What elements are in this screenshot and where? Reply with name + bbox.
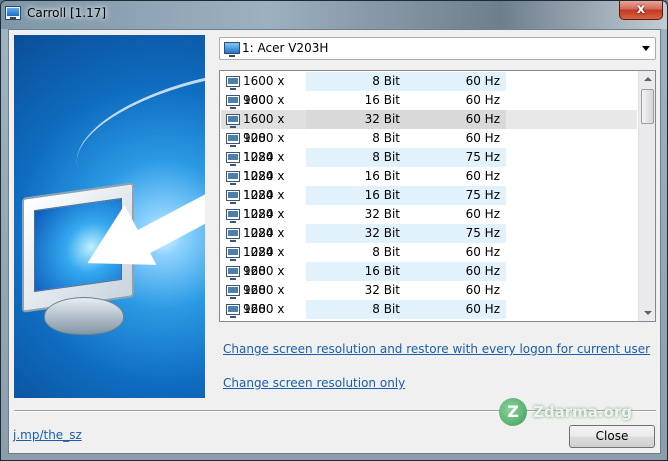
mode-color-depth: 16 Bit — [306, 262, 406, 281]
chevron-down-icon[interactable] — [642, 46, 650, 51]
display-mode-row[interactable]: 1280 x 1024 8 Bit 75 Hz — [221, 148, 637, 183]
mode-color-depth: 8 Bit — [306, 300, 406, 319]
list-scrollbar[interactable] — [638, 71, 655, 321]
restore-every-logon-link[interactable]: Change screen resolution and restore wit… — [223, 342, 650, 356]
mode-color-depth: 16 Bit — [306, 91, 406, 110]
mode-refresh-rate: 60 Hz — [406, 167, 506, 186]
monitor-icon — [226, 171, 240, 185]
monitor-icon — [226, 76, 240, 90]
scroll-thumb[interactable] — [641, 89, 654, 124]
watermark-logo-icon: Z — [499, 398, 527, 426]
monitor-icon — [226, 190, 240, 204]
mode-color-depth: 8 Bit — [306, 148, 406, 167]
mode-refresh-rate: 75 Hz — [406, 148, 506, 167]
monitor-icon — [226, 209, 240, 223]
mode-color-depth: 32 Bit — [306, 110, 406, 129]
display-mode-row[interactable]: 1280 x 960 16 Bit 60 Hz — [221, 262, 637, 297]
monitor-icon — [226, 247, 240, 261]
monitor-icon — [226, 133, 240, 147]
display-mode-row[interactable]: 1280 x 960 32 Bit 60 Hz — [221, 281, 637, 316]
app-window: Carroll [1.17] x 1: Acer V203H 1600 x 90… — [0, 0, 668, 461]
display-mode-row[interactable]: 1600 x 900 8 Bit 60 Hz — [221, 72, 637, 107]
mode-refresh-rate: 60 Hz — [406, 243, 506, 262]
mode-color-depth: 32 Bit — [306, 281, 406, 300]
window-title: Carroll [1.17] — [27, 6, 107, 20]
mode-refresh-rate: 60 Hz — [406, 110, 506, 129]
watermark-text: Zdarma.org — [533, 403, 633, 421]
mode-refresh-rate: 60 Hz — [406, 262, 506, 281]
monitor-icon — [226, 95, 240, 109]
display-mode-row[interactable]: 1280 x 1024 16 Bit 75 Hz — [221, 186, 637, 221]
monitor-icon — [226, 114, 240, 128]
display-mode-row[interactable]: 1600 x 900 32 Bit 60 Hz — [221, 110, 637, 145]
mode-refresh-rate: 60 Hz — [406, 205, 506, 224]
display-mode-row[interactable]: 1280 x 1024 16 Bit 60 Hz — [221, 167, 637, 202]
homepage-link[interactable]: j.mp/the_sz — [13, 428, 82, 442]
display-mode-row[interactable]: 1280 x 1024 8 Bit 60 Hz — [221, 129, 637, 164]
mode-refresh-rate: 60 Hz — [406, 72, 506, 91]
mode-color-depth: 32 Bit — [306, 205, 406, 224]
display-mode-row[interactable]: 1600 x 90016 Bit60 Hz — [221, 91, 637, 126]
monitor-select-value: 1: Acer V203H — [242, 41, 329, 55]
mode-refresh-rate: 60 Hz — [406, 91, 506, 110]
mode-refresh-rate: 75 Hz — [406, 186, 506, 205]
mode-refresh-rate: 75 Hz — [406, 224, 506, 243]
mode-color-depth: 8 Bit — [306, 243, 406, 262]
display-mode-row[interactable]: 1280 x 8008 Bit60 Hz — [221, 300, 637, 319]
display-mode-row[interactable]: 1280 x 1024 32 Bit 60 Hz — [221, 205, 637, 240]
mode-color-depth: 16 Bit — [306, 167, 406, 186]
mode-color-depth: 16 Bit — [306, 186, 406, 205]
monitor-illustration — [14, 35, 205, 398]
mode-refresh-rate: 60 Hz — [406, 281, 506, 300]
display-mode-row[interactable]: 1280 x 960 8 Bit 60 Hz — [221, 243, 637, 278]
display-mode-list[interactable]: 1600 x 9008 Bit60 Hz1600 x 90016 Bit60 H… — [219, 70, 656, 322]
window-close-button[interactable]: x — [619, 1, 663, 20]
change-resolution-only-link[interactable]: Change screen resolution only — [223, 376, 405, 390]
monitor-icon — [226, 152, 240, 166]
dialog-body: 1: Acer V203H 1600 x 900 8 Bit 60 Hz 1600 x… — [8, 29, 661, 454]
display-mode-row[interactable]: 1280 x 1024 32 Bit 75 Hz — [221, 224, 637, 259]
monitor-icon — [224, 42, 240, 57]
mode-color-depth: 8 Bit — [306, 72, 406, 91]
illustration-stand — [44, 297, 124, 335]
scroll-up-arrow-icon[interactable] — [639, 71, 655, 88]
close-button[interactable]: Close — [569, 425, 655, 448]
mode-color-depth: 32 Bit — [306, 224, 406, 243]
title-bar[interactable]: Carroll [1.17] x — [1, 1, 667, 29]
mode-color-depth: 8 Bit — [306, 129, 406, 148]
scroll-down-arrow-icon[interactable] — [639, 304, 655, 321]
monitor-app-icon — [5, 6, 21, 20]
mode-refresh-rate: 60 Hz — [406, 300, 506, 319]
monitor-icon — [226, 304, 240, 318]
monitor-icon — [226, 285, 240, 299]
monitor-icon — [226, 266, 240, 280]
monitor-select[interactable]: 1: Acer V203H — [219, 37, 656, 60]
monitor-icon — [226, 228, 240, 242]
mode-refresh-rate: 60 Hz — [406, 129, 506, 148]
